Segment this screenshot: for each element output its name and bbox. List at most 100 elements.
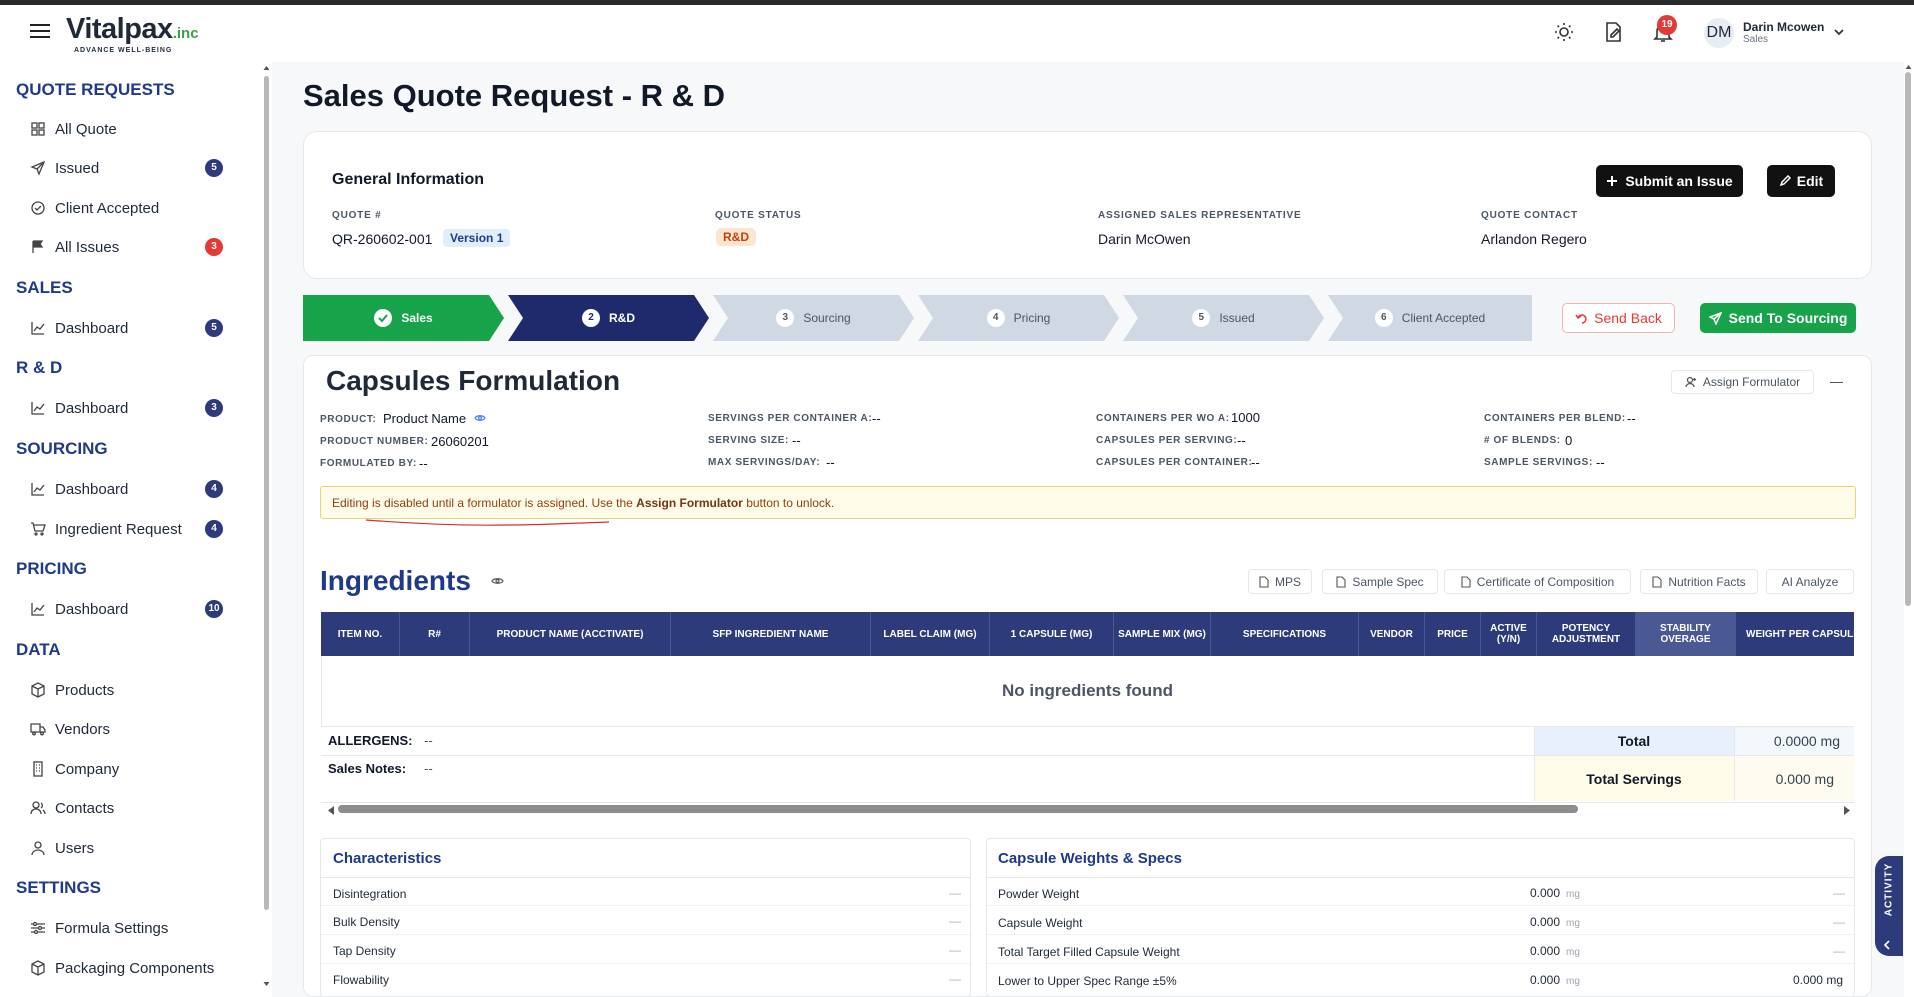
sample-spec-button[interactable]: Sample Spec xyxy=(1322,569,1438,594)
sidebar-item-company[interactable]: Company xyxy=(30,757,230,781)
spec-extra: — xyxy=(1833,915,1845,929)
product-value: Product Name xyxy=(383,411,467,426)
divider xyxy=(987,877,1854,878)
chart-icon xyxy=(30,601,46,617)
column-header[interactable]: POTENCY ADJUSTMENT xyxy=(1537,612,1636,656)
send-to-sourcing-button[interactable]: Send To Sourcing xyxy=(1700,303,1856,333)
sidebar-item-users[interactable]: Users xyxy=(30,836,230,860)
column-header[interactable]: SFP INGREDIENT NAME xyxy=(671,612,871,656)
avatar[interactable]: DM xyxy=(1704,18,1734,48)
column-header[interactable]: LABEL CLAIM (MG) xyxy=(871,612,990,656)
characteristic-disintegration: Disintegration xyxy=(333,887,407,901)
collapse-icon[interactable] xyxy=(1830,382,1843,383)
sidebar-item-issued[interactable]: Issued xyxy=(30,156,230,180)
sidebar-badge-issued: 5 xyxy=(205,159,223,177)
column-header[interactable]: PRICE xyxy=(1425,612,1481,656)
column-header[interactable]: WEIGHT PER CAPSULE (MG) xyxy=(1736,612,1854,656)
sliders-icon xyxy=(30,920,46,936)
sidebar-item-sales-dashboard[interactable]: Dashboard xyxy=(30,316,230,340)
sidebar-item-client-accepted[interactable]: Client Accepted xyxy=(30,196,230,220)
ingredients-table-header: ITEM NO. R# PRODUCT NAME (ACCTIVATE) SFP… xyxy=(321,612,1854,656)
quote-number: QR-260602-001 xyxy=(332,231,433,247)
sidebar-section-sourcing: SOURCING xyxy=(16,439,108,458)
column-header[interactable]: SPECIFICATIONS xyxy=(1211,612,1359,656)
spec-extra: — xyxy=(1833,886,1845,900)
page-title: Sales Quote Request - R & D xyxy=(303,78,726,113)
warning-text: Editing is disabled until a formulator i… xyxy=(332,495,637,510)
total-target-weight-label: Total Target Filled Capsule Weight xyxy=(998,945,1180,959)
step-sales[interactable]: Sales xyxy=(303,295,504,341)
characteristic-value: — xyxy=(949,972,961,986)
sidebar-item-vendors[interactable]: Vendors xyxy=(30,717,230,741)
file-icon xyxy=(1652,575,1662,588)
step-sourcing[interactable]: 3 Sourcing xyxy=(713,295,914,341)
characteristic-bulk-density: Bulk Density xyxy=(333,915,400,929)
sidebar-section-settings: SETTINGS xyxy=(16,878,102,897)
user-icon xyxy=(30,840,46,856)
step-rnd[interactable]: 2 R&D xyxy=(508,295,709,341)
step-number: 5 xyxy=(1192,309,1211,327)
certificate-of-composition-button[interactable]: Certificate of Composition xyxy=(1444,569,1631,594)
column-header[interactable]: PRODUCT NAME (ACCTIVATE) xyxy=(470,612,671,656)
sidebar-item-ingredient-request[interactable]: Ingredient Request xyxy=(30,517,230,541)
sidebar-item-rnd-dashboard[interactable]: Dashboard xyxy=(30,396,230,420)
assign-formulator-button[interactable]: Assign Formulator xyxy=(1671,370,1814,394)
edit-button[interactable]: Edit xyxy=(1767,165,1835,197)
send-back-label: Send Back xyxy=(1594,310,1662,326)
sidebar-item-all-issues[interactable]: All Issues xyxy=(30,235,230,259)
sample-servings-label: SAMPLE SERVINGS: xyxy=(1484,457,1593,468)
scroll-up-arrow[interactable] xyxy=(1905,64,1912,70)
sidebar-item-sourcing-dashboard[interactable]: Dashboard xyxy=(30,477,230,501)
sidebar-item-all-quote[interactable]: All Quote xyxy=(30,117,230,141)
eye-icon[interactable] xyxy=(491,576,504,586)
servings-per-container-value: -- xyxy=(872,411,881,426)
spec-extra: — xyxy=(1833,944,1845,958)
chevron-down-icon[interactable] xyxy=(1833,26,1845,38)
eye-icon[interactable] xyxy=(474,413,486,423)
sidebar-scrollbar-thumb[interactable] xyxy=(264,76,269,910)
sidebar-item-label: Dashboard xyxy=(55,600,129,618)
column-header[interactable]: ITEM NO. xyxy=(321,612,400,656)
logo-tagline: ADVANCE WELL-BEING xyxy=(74,47,173,54)
scroll-left-arrow[interactable] xyxy=(328,806,335,815)
total-label: Total xyxy=(1617,733,1651,749)
divider xyxy=(987,963,1854,964)
divider xyxy=(321,877,970,878)
column-header[interactable]: ACTIVE (Y/N) xyxy=(1481,612,1537,656)
step-client-accepted[interactable]: 6 Client Accepted xyxy=(1328,295,1532,341)
column-header[interactable]: R# xyxy=(400,612,470,656)
column-header[interactable]: STABILITY OVERAGE xyxy=(1636,612,1736,656)
column-header[interactable]: 1 CAPSULE (MG) xyxy=(990,612,1114,656)
sidebar-item-products[interactable]: Products xyxy=(30,678,230,702)
step-pricing[interactable]: 4 Pricing xyxy=(918,295,1119,341)
sidebar-item-formula-settings[interactable]: Formula Settings xyxy=(30,916,230,940)
company-logo[interactable]: Vitalpax.inc ADVANCE WELL-BEING xyxy=(66,15,199,55)
chart-icon xyxy=(30,481,46,497)
ai-analyze-button[interactable]: AI Analyze xyxy=(1766,569,1854,594)
column-header[interactable]: SAMPLE MIX (MG) xyxy=(1114,612,1211,656)
send-back-button[interactable]: Send Back xyxy=(1562,303,1675,333)
max-servings-value: -- xyxy=(826,455,835,470)
sidebar-item-contacts[interactable]: Contacts xyxy=(30,796,230,820)
scroll-right-arrow[interactable] xyxy=(1843,806,1850,815)
nutrition-facts-label: Nutrition Facts xyxy=(1668,574,1746,589)
servings-per-container-label: SERVINGS PER CONTAINER A: xyxy=(708,413,873,424)
table-horizontal-scrollbar[interactable] xyxy=(338,805,1578,813)
nutrition-facts-button[interactable]: Nutrition Facts xyxy=(1640,569,1758,594)
capsule-weight-label: Capsule Weight xyxy=(998,916,1083,930)
sidebar-item-label: Products xyxy=(55,681,115,699)
theme-toggle-icon[interactable] xyxy=(1552,20,1576,44)
submit-issue-button[interactable]: Submit an Issue xyxy=(1596,165,1743,197)
column-header[interactable]: VENDOR xyxy=(1359,612,1425,656)
containers-per-blend-value: -- xyxy=(1627,411,1636,426)
product-number-label: PRODUCT NUMBER: xyxy=(320,436,429,447)
sidebar-item-packaging-components[interactable]: Packaging Components xyxy=(30,956,230,980)
mps-button[interactable]: MPS xyxy=(1248,569,1312,594)
page-scrollbar-thumb[interactable] xyxy=(1905,72,1911,606)
menu-icon[interactable] xyxy=(30,24,50,38)
powder-weight-value: 0.000 xyxy=(1529,886,1560,900)
notes-icon[interactable] xyxy=(1601,20,1625,44)
step-issued[interactable]: 5 Issued xyxy=(1123,295,1324,341)
sidebar-item-pricing-dashboard[interactable]: Dashboard xyxy=(30,597,230,621)
activity-tab[interactable]: ACTIVITY xyxy=(1875,856,1903,956)
